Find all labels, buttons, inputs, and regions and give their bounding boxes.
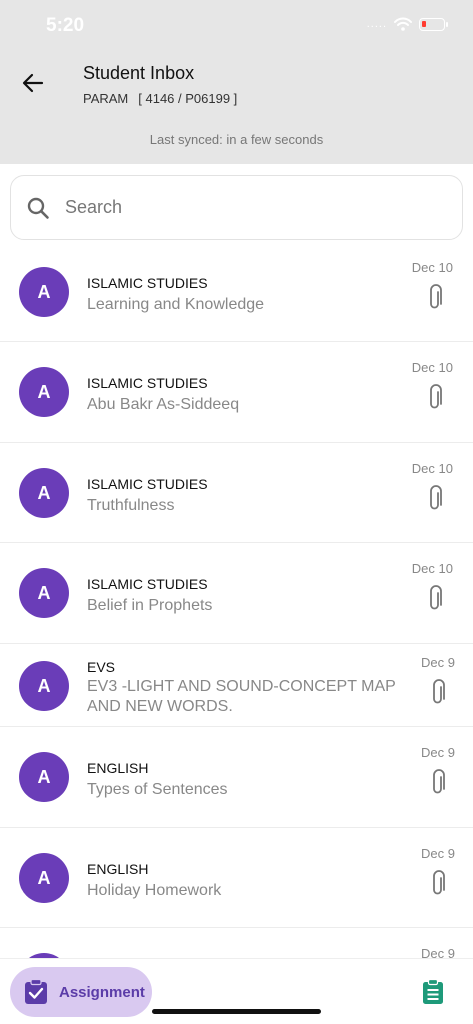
search-bar[interactable] [10, 175, 463, 240]
message-date: Dec 10 [411, 360, 453, 375]
message-subject: ISLAMIC STUDIES [87, 275, 208, 291]
message-subject: ISLAMIC STUDIES [87, 375, 208, 391]
message-topic: EV3 -LIGHT AND SOUND-CONCEPT MAP AND NEW… [87, 678, 396, 715]
message-item[interactable]: A ENGLISH Holiday Homework Dec 9 [0, 828, 473, 928]
battery-icon [419, 17, 448, 31]
clipboard-check-icon [25, 979, 47, 1004]
message-date: Dec 10 [411, 461, 453, 476]
assignment-button[interactable]: Assignment [10, 967, 152, 1017]
paperclip-icon [430, 384, 442, 409]
avatar: A [19, 752, 69, 802]
home-indicator [152, 1009, 321, 1014]
paperclip-icon [433, 679, 445, 704]
last-synced-text: Last synced: in a few seconds [149, 132, 324, 147]
signal-icon: ..... [366, 18, 387, 30]
message-item[interactable]: A EVS EV3 -LIGHT AND SOUND-CONCEPT MAP A… [0, 644, 473, 727]
message-topic: Belief in Prophets [87, 597, 213, 614]
message-item[interactable]: A ISLAMIC STUDIES Learning and Knowledge… [0, 242, 473, 342]
message-subject: EVS [87, 659, 116, 675]
app-header: 5:20 ..... Student Inbox PARAM [ 4146 / P… [0, 0, 473, 164]
search-input[interactable] [65, 197, 405, 218]
assignment-label: Assignment [59, 983, 145, 1001]
bottom-nav: Assignment [0, 958, 473, 1024]
message-list: A ISLAMIC STUDIES Learning and Knowledge… [0, 242, 473, 958]
avatar: A [19, 853, 69, 903]
student-code: [ 4146 / P06199 ] [138, 91, 238, 106]
message-item[interactable]: A ISLAMIC STUDIES Truthfulness Dec 10 [0, 443, 473, 543]
message-date: Dec 9 [421, 745, 455, 760]
message-topic: Holiday Homework [87, 882, 222, 899]
message-topic: Learning and Knowledge [87, 296, 265, 313]
paperclip-icon [433, 769, 445, 794]
message-date: Dec 9 [421, 846, 455, 861]
arrow-left-icon [22, 73, 44, 93]
avatar: A [19, 468, 69, 518]
message-date: Dec 10 [411, 561, 453, 576]
avatar: A [19, 267, 69, 317]
paperclip-icon [430, 485, 442, 510]
message-subject: ENGLISH [87, 760, 149, 776]
paperclip-icon [430, 585, 442, 610]
message-topic: Types of Sentences [87, 781, 228, 798]
clipboard-list-button[interactable] [421, 978, 445, 1005]
message-item[interactable]: A ISLAMIC STUDIES Belief in Prophets Dec… [0, 543, 473, 644]
avatar: A [19, 661, 69, 711]
student-name: PARAM [83, 91, 129, 106]
avatar: A [19, 568, 69, 618]
message-topic: Truthfulness [87, 497, 175, 514]
student-info: PARAM [ 4146 / P06199 ] [83, 91, 237, 106]
message-topic: Abu Bakr As-Siddeeq [87, 396, 240, 413]
back-button[interactable] [18, 68, 48, 98]
message-item[interactable]: A ISLAMIC STUDIES Abu Bakr As-Siddeeq De… [0, 342, 473, 443]
status-icons: ..... [366, 17, 448, 31]
page-title: Student Inbox [83, 63, 195, 83]
clipboard-list-icon [423, 978, 443, 1004]
status-time: 5:20 [46, 15, 85, 36]
message-date: Dec 10 [411, 260, 453, 275]
paperclip-icon [433, 870, 445, 895]
paperclip-icon [430, 284, 442, 309]
wifi-icon [394, 17, 412, 31]
message-item[interactable]: A ENGLISH Types of Sentences Dec 9 [0, 727, 473, 828]
search-icon [27, 197, 49, 219]
message-date: Dec 9 [421, 655, 455, 670]
message-subject: ISLAMIC STUDIES [87, 576, 208, 592]
message-subject: ENGLISH [87, 861, 149, 877]
message-subject: ISLAMIC STUDIES [87, 476, 208, 492]
message-item[interactable]: Dec 9 [0, 928, 473, 958]
message-date: Dec 9 [421, 946, 455, 958]
avatar: A [19, 367, 69, 417]
